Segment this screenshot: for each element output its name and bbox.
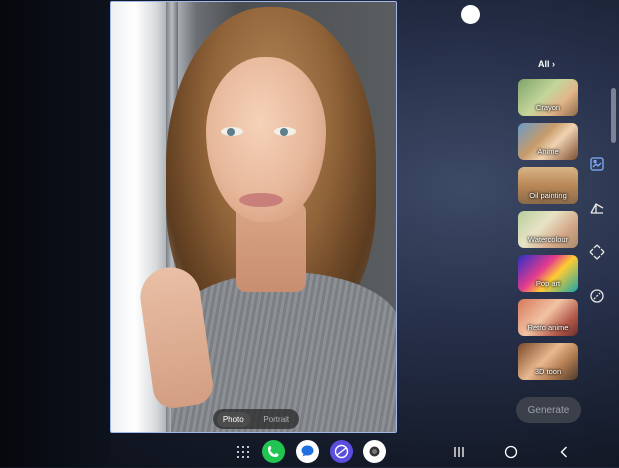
- eraser-icon[interactable]: [589, 288, 605, 304]
- lips: [239, 193, 283, 207]
- left-background: [0, 0, 110, 467]
- style-retro-anime[interactable]: Retro anime: [518, 299, 578, 336]
- phone-icon[interactable]: [262, 440, 285, 463]
- style-oil-painting[interactable]: Oil painting: [518, 167, 578, 204]
- photo-canvas[interactable]: Photo Portrait: [110, 1, 397, 433]
- style-anime[interactable]: Anime: [518, 123, 578, 160]
- scrollbar[interactable]: [611, 88, 616, 143]
- style-list: Crayon Anime Oil painting Watercolour Po…: [518, 79, 579, 387]
- mode-photo[interactable]: Photo: [216, 411, 250, 427]
- resize-icon[interactable]: [589, 244, 605, 260]
- mode-portrait[interactable]: Portrait: [257, 412, 295, 427]
- style-label: 3D toon: [534, 367, 562, 376]
- style-label: Oil painting: [529, 191, 567, 200]
- back-icon[interactable]: [556, 444, 572, 460]
- generate-button[interactable]: Generate: [516, 397, 581, 423]
- internet-icon[interactable]: [330, 440, 353, 463]
- camera-icon[interactable]: [363, 440, 386, 463]
- left-eye: [221, 127, 243, 136]
- perspective-icon[interactable]: [589, 200, 605, 216]
- apps-grid-icon[interactable]: [237, 446, 249, 458]
- style-pop-art[interactable]: Pop art: [518, 255, 578, 292]
- all-styles-link[interactable]: All ›: [538, 59, 555, 69]
- style-label: Anime: [537, 147, 559, 156]
- mode-toggle[interactable]: Photo Portrait: [213, 409, 299, 429]
- image-style-icon[interactable]: [589, 156, 605, 172]
- right-eye: [274, 127, 296, 136]
- style-label: Crayon: [535, 103, 561, 112]
- style-3d-toon[interactable]: 3D toon: [518, 343, 578, 380]
- style-label: Retro anime: [527, 323, 569, 332]
- style-watercolour[interactable]: Watercolour: [518, 211, 578, 248]
- home-icon[interactable]: [503, 444, 519, 460]
- style-crayon[interactable]: Crayon: [518, 79, 578, 116]
- messages-icon[interactable]: [296, 440, 319, 463]
- status-dot: [461, 5, 480, 24]
- style-label: Pop art: [535, 279, 561, 288]
- recents-icon[interactable]: [451, 444, 467, 460]
- style-label: Watercolour: [527, 235, 569, 244]
